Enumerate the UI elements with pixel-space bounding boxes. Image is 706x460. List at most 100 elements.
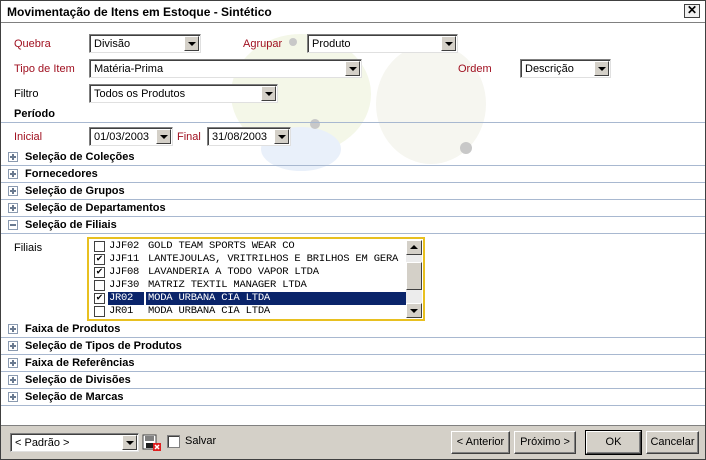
expand-icon[interactable] xyxy=(8,169,18,179)
filial-code: JR02 xyxy=(108,292,144,305)
section-label: Seleção de Grupos xyxy=(25,185,125,197)
filial-name: LAVANDERIA A TODO VAPOR LTDA xyxy=(148,266,319,278)
collapse-icon[interactable] xyxy=(8,220,18,230)
filial-name: MODA URBANA CIA LTDA xyxy=(146,292,408,305)
agrupar-label: Agrupar xyxy=(243,38,283,50)
filial-code: JJF11 xyxy=(109,253,140,265)
section-selecao-departamentos[interactable]: Seleção de Departamentos xyxy=(1,200,705,217)
salvar-checkbox[interactable] xyxy=(167,435,180,448)
quebra-label: Quebra xyxy=(14,38,51,50)
section-faixa-referencias[interactable]: Faixa de Referências xyxy=(1,355,705,372)
scroll-thumb[interactable] xyxy=(406,262,422,290)
filiais-checklist[interactable]: JJF02 GOLD TEAM SPORTS WEAR CO ✔ JJF11 L… xyxy=(87,237,425,321)
list-item[interactable]: ✔ JJF08 LAVANDERIA A TODO VAPOR LTDA xyxy=(90,266,408,279)
quebra-value: Divisão xyxy=(94,38,131,50)
expand-icon[interactable] xyxy=(8,341,18,351)
expand-icon[interactable] xyxy=(8,375,18,385)
close-button[interactable]: ✕ xyxy=(684,4,700,18)
list-item[interactable]: ✔ JJF11 LANTEJOULAS, VRITRILHOS E BRILHO… xyxy=(90,253,408,266)
list-item[interactable]: ✔ JR02 MODA URBANA CIA LTDA xyxy=(90,292,408,305)
preset-value: < Padrão > xyxy=(15,437,70,449)
filial-code: JJF08 xyxy=(109,266,140,278)
section-label: Seleção de Filiais xyxy=(25,219,117,231)
periodo-section: Período xyxy=(1,106,705,123)
list-item[interactable]: JJF02 GOLD TEAM SPORTS WEAR CO xyxy=(90,240,408,253)
quebra-select[interactable]: Divisão xyxy=(89,34,201,53)
section-faixa-produtos[interactable]: Faixa de Produtos xyxy=(1,321,705,338)
filial-name: MODA URBANA CIA LTDA xyxy=(148,305,271,317)
salvar-label: Salvar xyxy=(185,435,217,447)
filter-panel: Quebra Divisão Agrupar Produto Tipo de I… xyxy=(1,24,705,424)
section-selecao-divisoes[interactable]: Seleção de Divisões xyxy=(1,372,705,389)
title-bar: Movimentação de Itens em Estoque - Sinté… xyxy=(1,1,705,23)
scroll-up-arrow-icon[interactable] xyxy=(406,240,422,255)
periodo-heading: Período xyxy=(14,108,55,120)
tipo-item-label: Tipo de Item xyxy=(14,63,75,75)
list-item[interactable]: JR01 MODA URBANA CIA LTDA xyxy=(90,305,408,318)
expand-icon[interactable] xyxy=(8,392,18,402)
chevron-down-icon[interactable] xyxy=(122,435,137,450)
window-title: Movimentação de Itens em Estoque - Sinté… xyxy=(7,5,272,19)
final-date-picker[interactable]: 31/08/2003 xyxy=(207,127,291,146)
checkbox[interactable]: ✔ xyxy=(94,267,105,278)
dialog-footer: < Padrão > Salvar < Anterior Próximo > O… xyxy=(1,425,705,459)
expand-icon[interactable] xyxy=(8,203,18,213)
section-label: Seleção de Divisões xyxy=(25,374,131,386)
filial-code: JJF30 xyxy=(109,279,140,291)
section-selecao-tipos-produtos[interactable]: Seleção de Tipos de Produtos xyxy=(1,338,705,355)
inicial-date-picker[interactable]: 01/03/2003 xyxy=(89,127,173,146)
chevron-down-icon[interactable] xyxy=(261,86,276,101)
ok-button[interactable]: OK xyxy=(585,430,642,455)
filtro-select[interactable]: Todos os Produtos xyxy=(89,84,278,103)
section-label: Seleção de Marcas xyxy=(25,391,124,403)
final-value: 31/08/2003 xyxy=(212,131,268,143)
filial-name: GOLD TEAM SPORTS WEAR CO xyxy=(148,240,295,252)
chevron-down-icon[interactable] xyxy=(184,36,199,51)
final-label: Final xyxy=(177,131,201,143)
list-item[interactable]: JJF30 MATRIZ TEXTIL MANAGER LTDA xyxy=(90,279,408,292)
proximo-button[interactable]: Próximo > xyxy=(514,431,576,454)
preset-select[interactable]: < Padrão > xyxy=(10,433,139,452)
agrupar-value: Produto xyxy=(312,38,351,50)
chevron-down-icon[interactable] xyxy=(345,61,360,76)
expand-icon[interactable] xyxy=(8,152,18,162)
checkbox[interactable]: ✔ xyxy=(94,254,105,265)
agrupar-select[interactable]: Produto xyxy=(307,34,458,53)
chevron-down-icon[interactable] xyxy=(441,36,456,51)
section-selecao-grupos[interactable]: Seleção de Grupos xyxy=(1,183,705,200)
section-selecao-marcas[interactable]: Seleção de Marcas xyxy=(1,389,705,406)
expand-icon[interactable] xyxy=(8,358,18,368)
checkbox[interactable] xyxy=(94,280,105,291)
tipo-item-select[interactable]: Matéria-Prima xyxy=(89,59,362,78)
chevron-down-icon[interactable] xyxy=(274,129,289,144)
filial-name: LANTEJOULAS, VRITRILHOS E BRILHOS EM GER… xyxy=(148,253,399,265)
report-dialog: Movimentação de Itens em Estoque - Sinté… xyxy=(0,0,706,460)
section-fornecedores[interactable]: Fornecedores xyxy=(1,166,705,183)
section-selecao-filiais[interactable]: Seleção de Filiais xyxy=(1,217,705,234)
list-scrollbar[interactable] xyxy=(406,240,422,318)
filial-code: JR01 xyxy=(109,305,134,317)
ordem-select[interactable]: Descrição xyxy=(520,59,611,78)
save-preset-icon[interactable] xyxy=(142,434,162,452)
chevron-down-icon[interactable] xyxy=(156,129,171,144)
filtro-value: Todos os Produtos xyxy=(94,88,186,100)
checkbox[interactable]: ✔ xyxy=(94,293,105,304)
checkbox[interactable] xyxy=(94,241,105,252)
filial-code: JJF02 xyxy=(109,240,140,252)
checkbox[interactable] xyxy=(94,306,105,317)
filtro-label: Filtro xyxy=(14,88,39,100)
expand-icon[interactable] xyxy=(8,324,18,334)
section-label: Faixa de Referências xyxy=(25,357,135,369)
cancelar-button[interactable]: Cancelar xyxy=(646,431,699,454)
anterior-button[interactable]: < Anterior xyxy=(451,431,510,454)
scroll-down-arrow-icon[interactable] xyxy=(406,303,422,318)
inicial-label: Inicial xyxy=(14,131,43,143)
section-selecao-colecoes[interactable]: Seleção de Coleções xyxy=(1,149,705,166)
expand-icon[interactable] xyxy=(8,186,18,196)
tipo-item-value: Matéria-Prima xyxy=(94,63,164,75)
section-label: Faixa de Produtos xyxy=(25,323,121,335)
filiais-list-items: JJF02 GOLD TEAM SPORTS WEAR CO ✔ JJF11 L… xyxy=(90,240,408,318)
section-label: Seleção de Tipos de Produtos xyxy=(25,340,182,352)
chevron-down-icon[interactable] xyxy=(594,61,609,76)
section-label: Fornecedores xyxy=(25,168,98,180)
